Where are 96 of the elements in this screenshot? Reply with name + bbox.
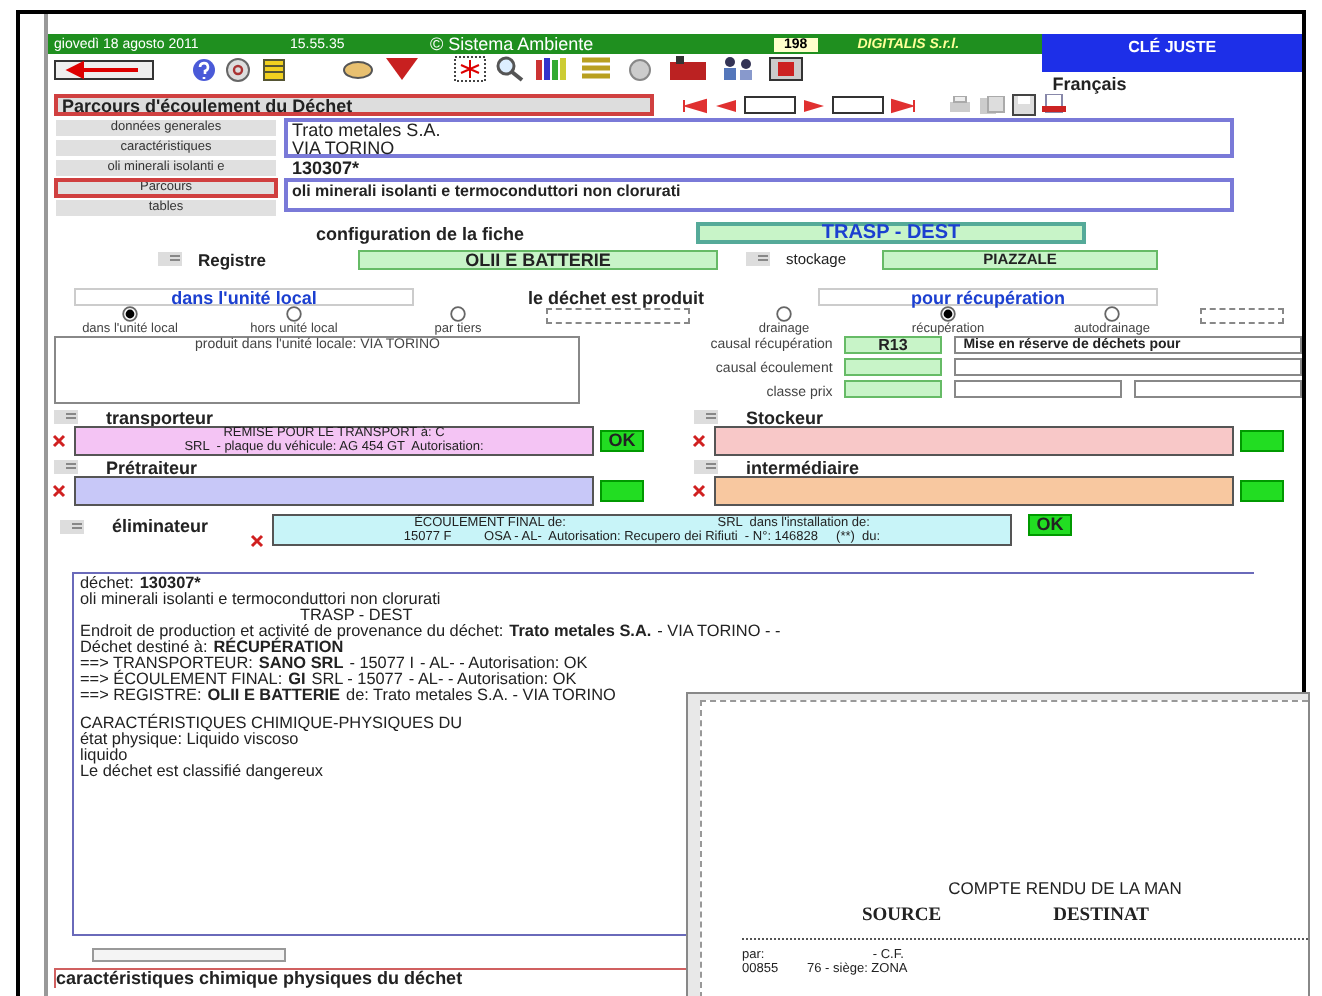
producer-address-field[interactable]: Trato metales S.A. VIA TORINO xyxy=(284,118,1234,158)
summary-text: - AL- - Autorisation: OK xyxy=(420,654,588,672)
summary-text: Déchet destiné à: xyxy=(80,638,208,656)
books-icon[interactable] xyxy=(534,56,570,82)
causal-code-field[interactable]: R13 xyxy=(844,336,942,354)
list-toggle-icon[interactable] xyxy=(694,460,718,474)
causal-description-field[interactable] xyxy=(953,358,1302,376)
last-record-icon[interactable] xyxy=(890,97,916,113)
radio-button[interactable] xyxy=(122,306,138,322)
remove-icon[interactable] xyxy=(250,534,264,548)
summary-text: - VIA TORINO - - xyxy=(657,622,781,640)
radio-button[interactable] xyxy=(450,306,466,322)
magnifier-icon[interactable] xyxy=(496,56,524,82)
pdf-document-icon[interactable] xyxy=(1042,94,1066,116)
summary-text: SRL - 15077 xyxy=(311,670,403,688)
remove-icon[interactable] xyxy=(692,484,708,498)
party-label: Stockeur xyxy=(746,407,824,427)
help-icon[interactable] xyxy=(192,57,216,81)
registre-label: Registre xyxy=(198,249,262,269)
copyright-label: © Sistema Ambiente xyxy=(430,34,596,54)
party-label: Prétraiteur xyxy=(106,457,198,477)
record-field-icon xyxy=(744,96,796,114)
summary-text: état physique: Liquido viscoso xyxy=(80,730,299,748)
summary-text: - AL- - Autorisation: OK xyxy=(408,670,577,688)
summary-text: déchet: xyxy=(80,574,134,592)
remove-icon[interactable] xyxy=(52,484,68,498)
triangle-icon[interactable] xyxy=(384,56,420,82)
list-icon[interactable] xyxy=(580,56,612,82)
radio-button[interactable] xyxy=(1104,306,1120,322)
list-toggle-icon[interactable] xyxy=(746,252,770,266)
summary-text: - 15077 I xyxy=(349,654,415,672)
summary-text: Endroit de production et activité de provenance du déchet: xyxy=(80,622,504,640)
summary-text: CARACTÉRISTIQUES CHIMIQUE-PHYSIQUES DU xyxy=(80,714,463,732)
key-status-label: CLÉ JUSTE xyxy=(1042,34,1302,72)
radio-button[interactable] xyxy=(940,306,956,322)
scrollbar[interactable] xyxy=(92,948,286,962)
remove-icon[interactable] xyxy=(692,434,708,448)
summary-text: liquido xyxy=(80,746,128,764)
back-arrow-button[interactable] xyxy=(54,59,154,79)
destination-title: pour récupération xyxy=(818,288,1158,306)
summary-text: ==> TRANSPORTEUR: xyxy=(80,654,253,672)
ok-button[interactable]: OK xyxy=(600,430,644,452)
remove-icon[interactable] xyxy=(52,434,68,448)
blank-field[interactable] xyxy=(546,308,690,324)
party-field[interactable] xyxy=(714,426,1234,456)
first-record-icon[interactable] xyxy=(682,97,708,113)
radio-button[interactable] xyxy=(776,306,792,322)
causal-code-field[interactable] xyxy=(844,358,942,376)
blank-field[interactable] xyxy=(1200,308,1284,324)
language-label[interactable]: Français xyxy=(1052,74,1302,94)
exit-door-icon[interactable] xyxy=(768,56,804,82)
list-toggle-icon[interactable] xyxy=(158,252,182,266)
summary-text: ==> REGISTRE: xyxy=(80,686,202,704)
machine-icon[interactable] xyxy=(668,56,708,82)
party-label: éliminateur xyxy=(112,516,209,536)
record-field-icon xyxy=(832,96,884,114)
ok-button[interactable]: OK xyxy=(1028,514,1072,536)
waste-code-label: 130307* xyxy=(290,158,362,178)
price-class-field[interactable] xyxy=(953,380,1122,398)
registre-field[interactable]: OLII E BATTERIE xyxy=(358,249,718,269)
asterisk-icon[interactable] xyxy=(454,56,486,82)
summary-text: RÉCUPÉRATION xyxy=(213,638,344,656)
summary-text: 130307* xyxy=(139,574,201,592)
report-column-heading: SOURCE xyxy=(862,906,942,926)
list-toggle-icon[interactable] xyxy=(54,410,78,424)
party-label: intermédiaire xyxy=(746,457,860,477)
party-field[interactable] xyxy=(74,476,594,506)
summary-text: TRASP - DEST xyxy=(300,606,413,624)
origin-title: dans l'unité local xyxy=(74,288,414,306)
binder-icon[interactable] xyxy=(260,57,288,81)
radio-button[interactable] xyxy=(286,306,302,322)
summary-text: de: Trato metales S.A. - VIA TORINO xyxy=(346,686,616,704)
causal-code-field[interactable] xyxy=(844,380,942,398)
summary-text: Le déchet est classifié dangereux xyxy=(80,762,324,780)
party-label: transporteur xyxy=(106,407,214,427)
summary-text: GI xyxy=(288,670,306,688)
config-value-field[interactable]: TRASP - DEST xyxy=(696,222,1086,244)
list-toggle-icon[interactable] xyxy=(60,519,84,533)
list-toggle-icon[interactable] xyxy=(694,410,718,424)
summary-text: SANO SRL xyxy=(258,654,344,672)
report-column-heading: DESTINAT xyxy=(1053,906,1149,926)
next-record-icon[interactable] xyxy=(802,97,826,113)
party-field[interactable] xyxy=(714,476,1234,506)
summary-text: OLII E BATTERIE xyxy=(207,686,341,704)
waste-description-field[interactable]: oli minerali isolanti e termoconduttori non clorurati xyxy=(284,178,1234,212)
people-icon[interactable] xyxy=(718,56,758,82)
list-toggle-icon[interactable] xyxy=(54,460,78,474)
summary-text: Trato metales S.A. xyxy=(509,622,652,640)
report-title: COMPTE RENDU DE LA MAN xyxy=(946,878,1184,898)
config-label: configuration de la fiche xyxy=(316,223,527,243)
summary-text: oli minerali isolanti e termoconduttori non clorurati xyxy=(80,590,441,608)
summary-text: ==> ÉCOULEMENT FINAL: xyxy=(80,670,283,688)
section-title: Parcours d'écoulement du Déchet xyxy=(54,94,654,116)
price-class-field[interactable] xyxy=(1133,380,1302,398)
production-label: le déchet est produit xyxy=(525,287,706,307)
previous-record-icon[interactable] xyxy=(714,97,738,113)
